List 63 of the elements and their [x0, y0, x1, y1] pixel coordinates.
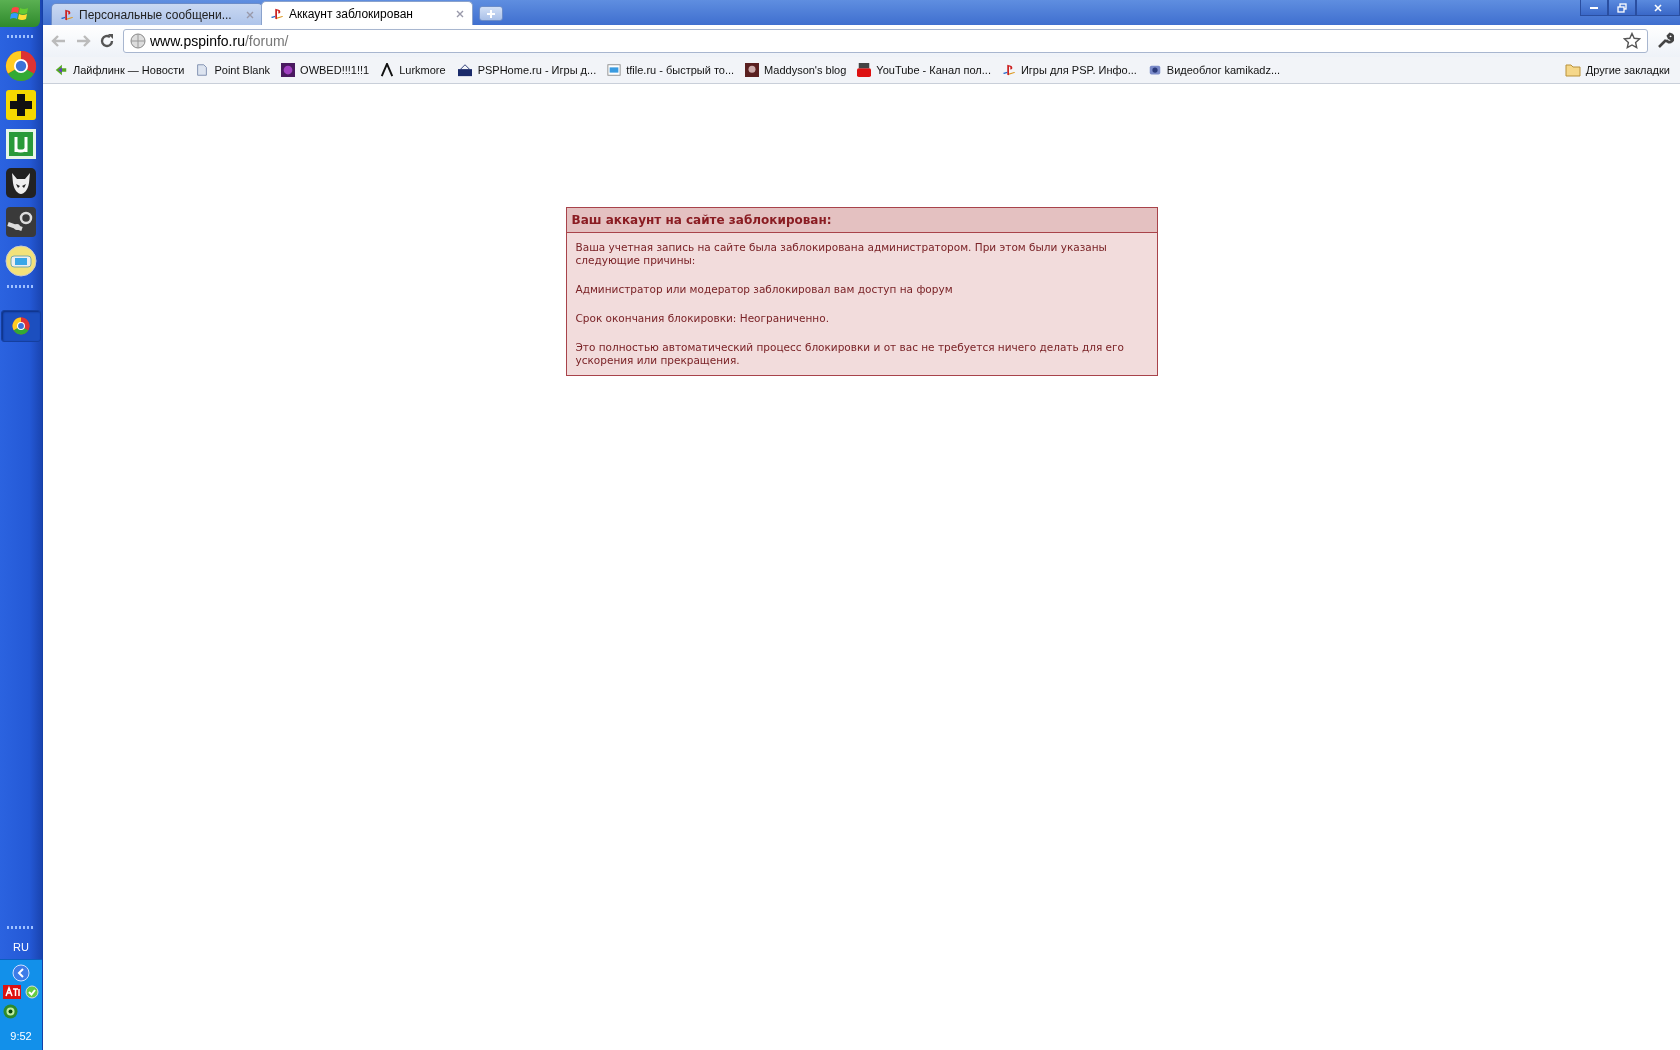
game-console-logo-icon [270, 6, 284, 21]
folder-icon [1564, 63, 1581, 77]
minimize-button[interactable] [1580, 0, 1608, 16]
language-indicator[interactable]: RU [13, 941, 29, 953]
browser-tab[interactable]: Персональные сообщени... [51, 3, 263, 25]
reload-button[interactable] [99, 33, 115, 49]
close-icon [456, 9, 464, 18]
reload-icon [99, 33, 115, 49]
handheld-console-icon[interactable] [5, 245, 37, 277]
other-bookmarks-folder[interactable]: Другие закладки [1559, 61, 1675, 79]
bookmark-star-button[interactable] [1623, 32, 1641, 50]
expand-tray-icon[interactable] [12, 964, 30, 982]
notice-paragraph: Это полностью автоматический процесс блокировки и от вас не требуется ничего делать для его ускорения или прекращения. [575, 341, 1125, 367]
notice-paragraph: Срок окончания блокировки: Неограниченно. [575, 312, 830, 325]
nebula-thumbnail-icon [281, 63, 296, 77]
address-bar[interactable]: www.pspinfo.ru/forum/ [123, 29, 1648, 53]
bookmark-link[interactable]: Point Blank [190, 61, 276, 79]
browser-logo-icon[interactable] [5, 50, 37, 82]
new-tab-button[interactable] [479, 6, 503, 21]
game-console-logo-icon [60, 7, 74, 22]
close-icon [1653, 2, 1663, 13]
bookmark-link[interactable]: Лайфлинк — Новости [49, 61, 190, 79]
chevron-logo-icon [54, 63, 68, 77]
close-button[interactable] [1636, 0, 1680, 16]
notice-paragraph: Администратор или модератор заблокировал вам доступ на форум [575, 283, 954, 296]
bookmark-link[interactable]: Maddyson's blog [740, 61, 852, 79]
star-icon [1623, 32, 1641, 50]
bookmark-link[interactable]: PSPHome.ru - Игры д... [451, 61, 602, 79]
game-console-logo-icon [1001, 63, 1016, 77]
close-tab-button[interactable] [456, 9, 464, 18]
lambda-logo-icon [380, 63, 395, 77]
browser-tab[interactable]: Аккаунт заблокирован [261, 1, 473, 25]
target-disc-icon[interactable] [3, 1004, 18, 1019]
graphics-driver-icon[interactable] [3, 985, 21, 999]
globe-icon [130, 33, 146, 49]
wrench-icon [1656, 32, 1674, 50]
alien-logo-icon[interactable] [5, 167, 37, 199]
bookmark-link[interactable]: YouTube - Канал пол... [852, 61, 996, 79]
portrait-thumbnail-icon [745, 63, 760, 77]
back-arrow-icon [51, 33, 67, 49]
bookmark-link[interactable]: Видеоблог kamikadz... [1142, 61, 1286, 79]
settings-button[interactable] [1656, 32, 1674, 50]
start-button[interactable] [0, 0, 40, 27]
bookmark-link[interactable]: OWBED!!!1!!1 [276, 61, 375, 79]
minimize-icon [1590, 6, 1598, 9]
bookmark-link[interactable]: tfile.ru - быстрый то... [602, 61, 740, 79]
check-badge-icon[interactable] [23, 985, 39, 1001]
plus-icon [486, 8, 496, 19]
browser-logo-icon [12, 317, 30, 335]
notice-paragraph: Ваша учетная запись на сайте была заблокирована администратором. При этом были указаны следующие причины: [575, 241, 1108, 267]
restore-button[interactable] [1608, 0, 1636, 16]
windows-flag-icon [10, 4, 30, 23]
clock: 9:52 [10, 1030, 32, 1042]
notice-title: Ваш аккаунт на сайте заблокирован: [566, 208, 1157, 233]
bookmark-link[interactable]: Lurkmore [375, 61, 451, 79]
close-icon [246, 10, 254, 19]
document-icon [195, 63, 210, 77]
forward-arrow-icon [75, 33, 91, 49]
bookmark-link[interactable]: Игры для PSP. Инфо... [996, 61, 1142, 79]
restore-icon [1617, 2, 1627, 13]
webcam-icon [1147, 63, 1162, 77]
taskbar-window-button[interactable] [1, 310, 41, 342]
plus-logo-icon[interactable] [5, 89, 37, 121]
